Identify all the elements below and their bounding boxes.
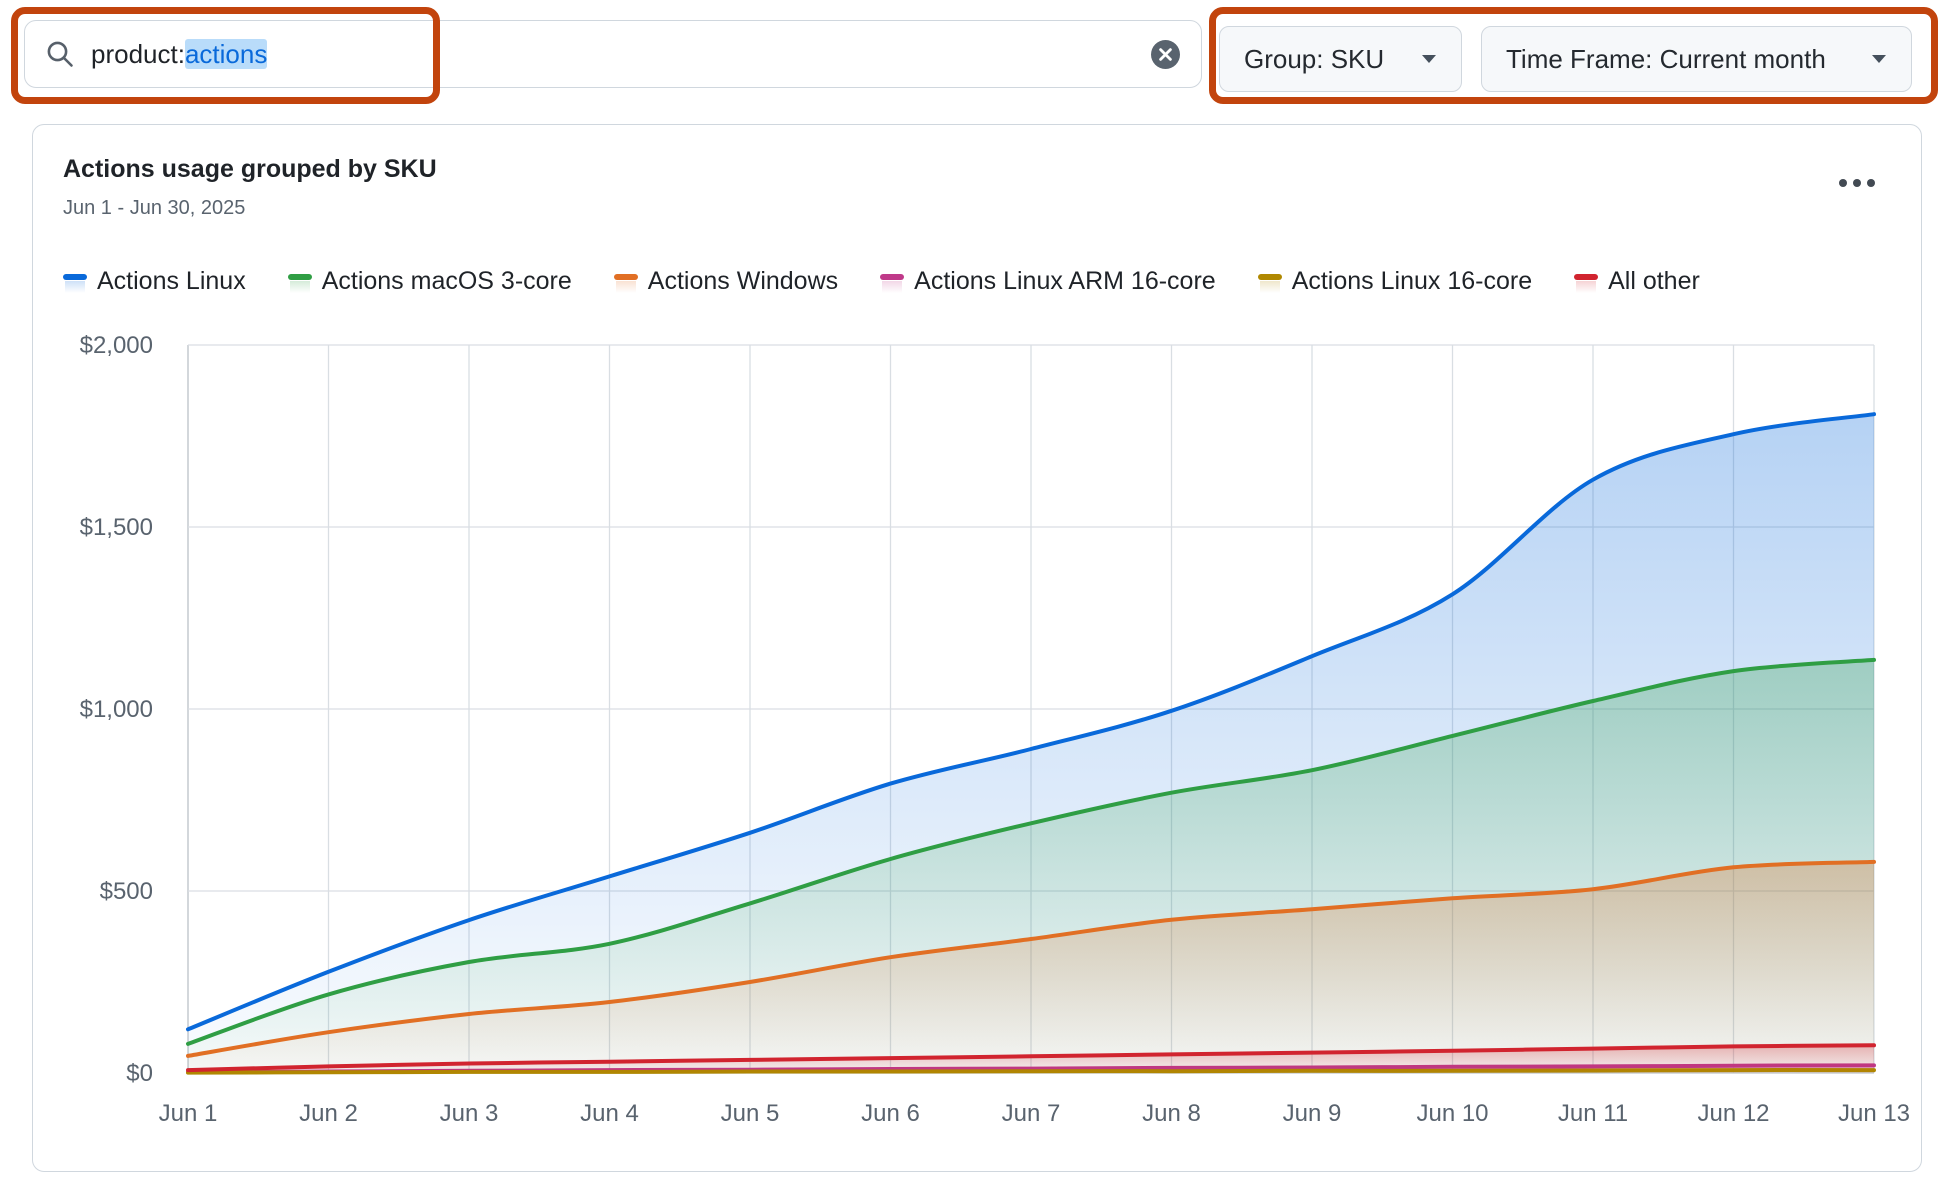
x-tick-label: Jun 7: [1002, 1100, 1061, 1127]
legend-item-actions-macos-3-core: Actions macOS 3-core: [288, 267, 572, 296]
legend-label: Actions Windows: [648, 267, 838, 296]
legend-item-actions-windows: Actions Windows: [614, 267, 838, 296]
x-tick-label: Jun 3: [440, 1100, 499, 1127]
y-tick-label: $1,000: [80, 696, 153, 723]
group-dropdown[interactable]: Group: SKU: [1219, 26, 1462, 92]
legend-item-all-other: All other: [1574, 267, 1700, 296]
x-tick-label: Jun 8: [1142, 1100, 1201, 1127]
legend-swatch-icon: [1574, 274, 1598, 296]
legend-label: Actions Linux 16-core: [1292, 267, 1532, 296]
x-tick-label: Jun 10: [1416, 1100, 1488, 1127]
legend-item-actions-linux-16-core: Actions Linux 16-core: [1258, 267, 1532, 296]
legend-item-actions-linux-arm-16-core: Actions Linux ARM 16-core: [880, 267, 1216, 296]
timeframe-dropdown[interactable]: Time Frame: Current month: [1481, 26, 1912, 92]
x-tick-label: Jun 1: [159, 1100, 218, 1127]
legend-swatch-icon: [880, 274, 904, 296]
legend-swatch-icon: [1258, 274, 1282, 296]
y-tick-label: $2,000: [80, 332, 153, 359]
x-circle-icon: [1150, 39, 1181, 70]
usage-chart[interactable]: $0 $500 $1,000 $1,500 $2,000 Jun 1 Jun 2 Jun 3 J…: [61, 321, 1921, 1161]
legend-swatch-icon: [288, 274, 312, 296]
x-tick-label: Jun 2: [299, 1100, 358, 1127]
clear-search-button[interactable]: [1149, 38, 1181, 70]
card-menu-button[interactable]: [1833, 169, 1881, 197]
search-query-selected-text: actions: [185, 39, 267, 69]
chevron-down-icon: [1871, 54, 1887, 64]
x-tick-label: Jun 13: [1838, 1100, 1910, 1127]
legend-swatch-icon: [63, 274, 87, 296]
x-tick-label: Jun 5: [721, 1100, 780, 1127]
search-query: product:actions: [91, 39, 267, 70]
group-dropdown-label: Group: SKU: [1244, 44, 1384, 75]
legend: Actions Linux Actions macOS 3-core Actions…: [63, 267, 1700, 296]
y-tick-label: $0: [126, 1060, 153, 1087]
x-tick-label: Jun 4: [580, 1100, 639, 1127]
legend-label: Actions Linux: [97, 267, 246, 296]
search-query-prefix: product:: [91, 39, 185, 69]
legend-swatch-icon: [614, 274, 638, 296]
y-tick-label: $500: [100, 878, 153, 905]
search-input[interactable]: product:actions: [24, 20, 1202, 88]
x-tick-label: Jun 6: [861, 1100, 920, 1127]
search-icon: [45, 39, 75, 69]
timeframe-dropdown-label: Time Frame: Current month: [1506, 44, 1826, 75]
legend-label: All other: [1608, 267, 1700, 296]
card-subtitle: Jun 1 - Jun 30, 2025: [63, 197, 245, 220]
legend-label: Actions macOS 3-core: [322, 267, 572, 296]
x-tick-label: Jun 12: [1697, 1100, 1769, 1127]
kebab-horizontal-icon: [1838, 178, 1876, 188]
legend-item-actions-linux: Actions Linux: [63, 267, 246, 296]
card-title: Actions usage grouped by SKU: [63, 155, 437, 184]
x-tick-label: Jun 9: [1283, 1100, 1342, 1127]
y-tick-label: $1,500: [80, 514, 153, 541]
usage-card: Actions usage grouped by SKU Jun 1 - Jun…: [32, 124, 1922, 1172]
chevron-down-icon: [1421, 54, 1437, 64]
x-tick-label: Jun 11: [1558, 1100, 1628, 1127]
legend-label: Actions Linux ARM 16-core: [914, 267, 1216, 296]
